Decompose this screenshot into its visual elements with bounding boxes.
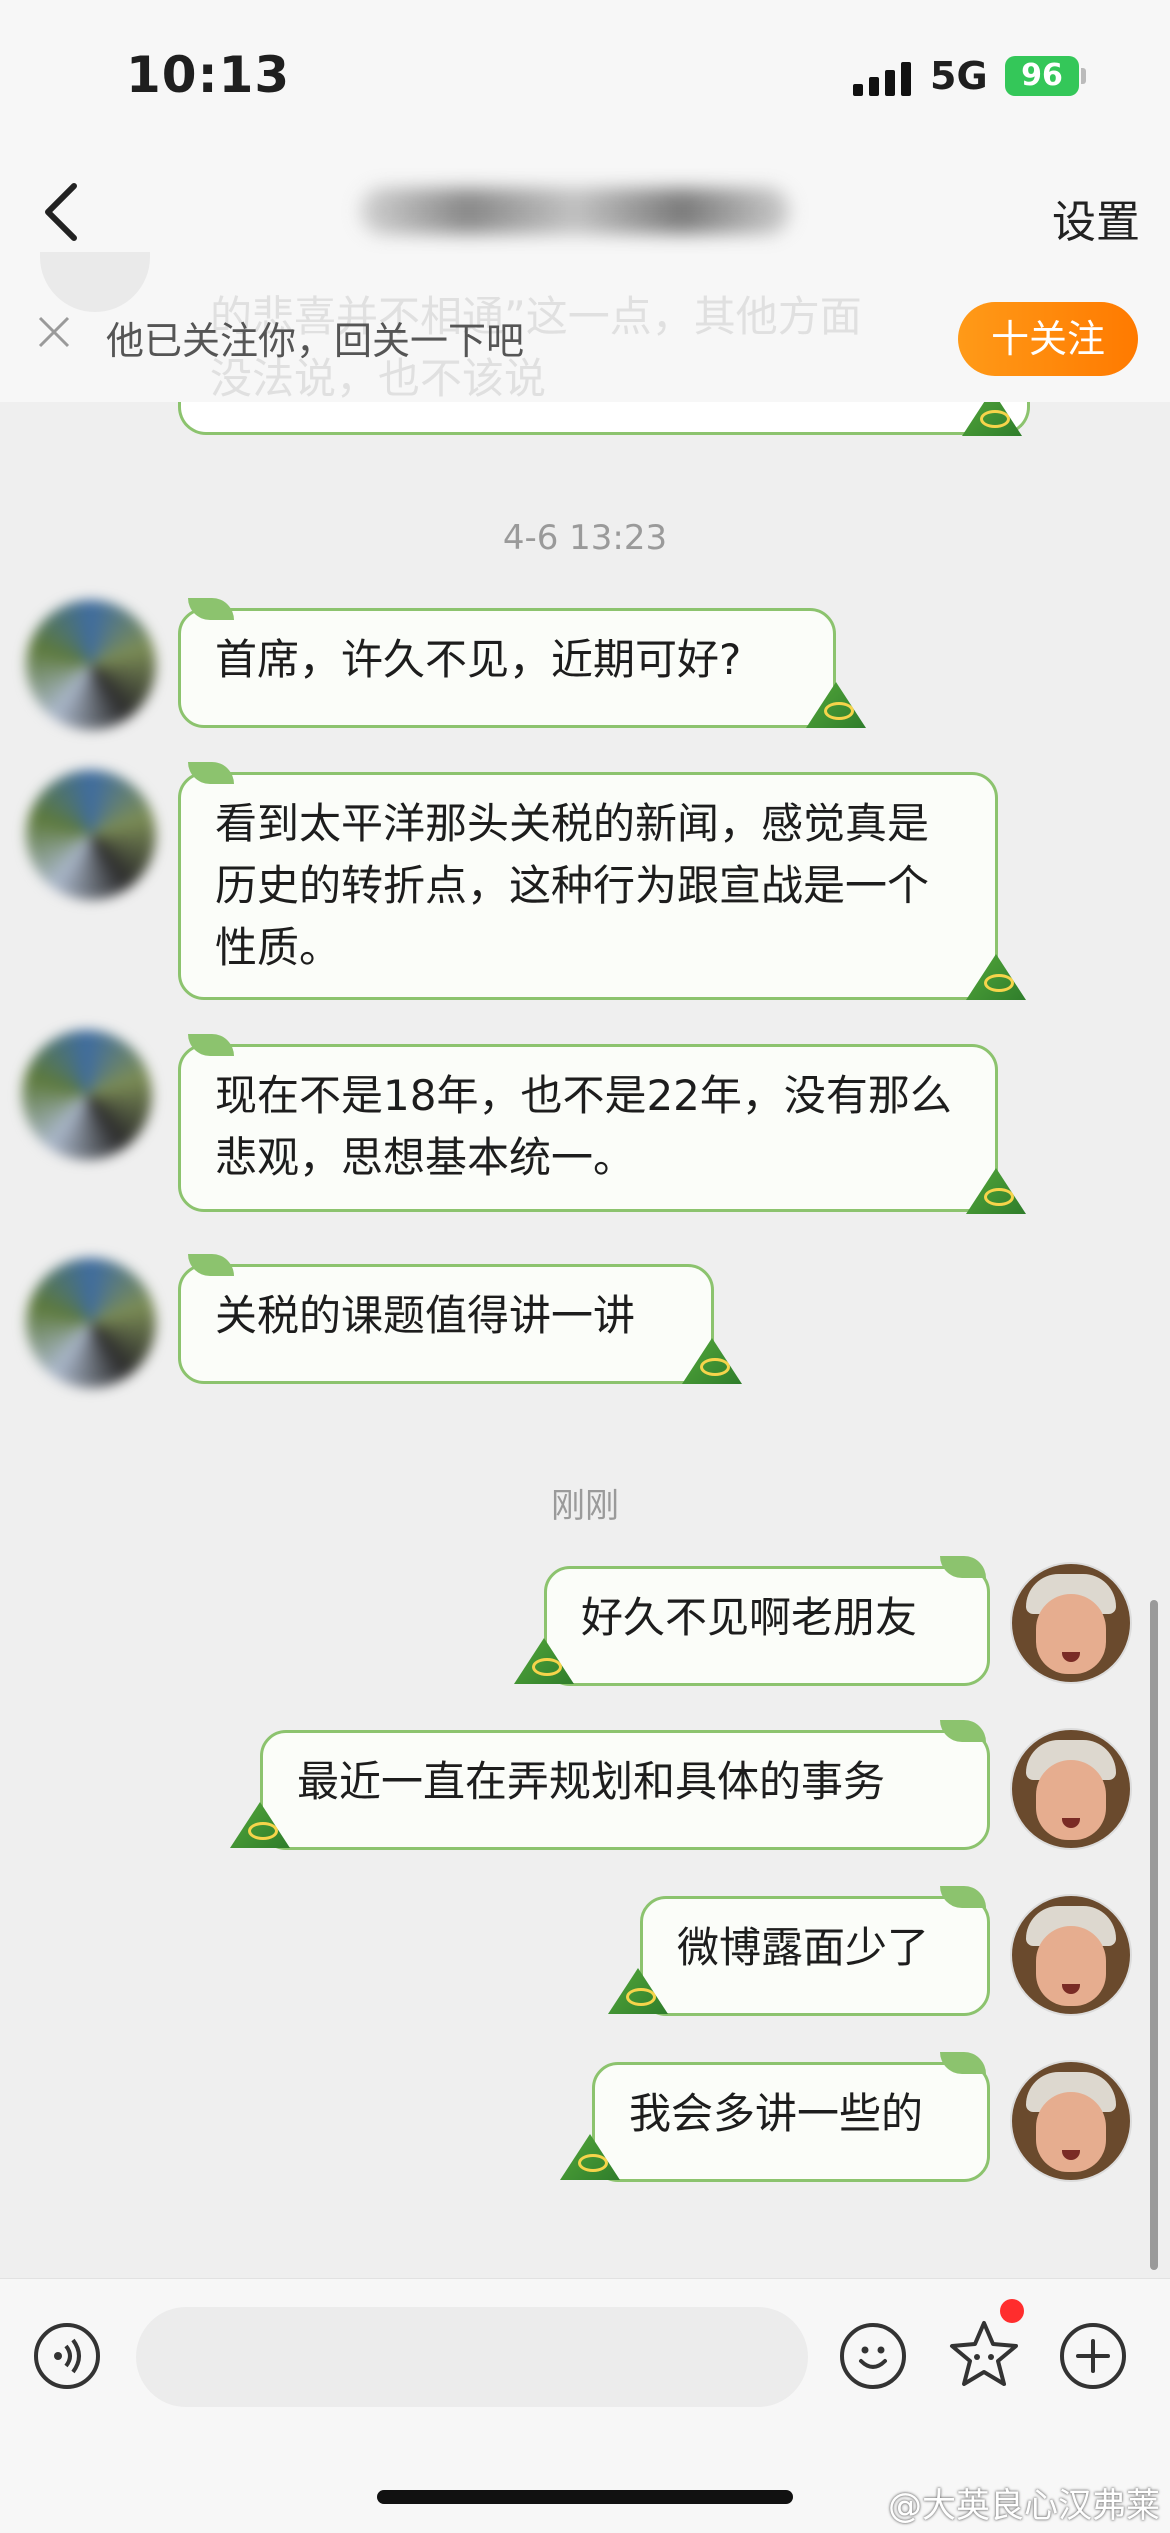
message-text: 关税的课题值得讲一讲 (215, 1291, 636, 1340)
signal-icon (853, 62, 911, 96)
message-text: 微博露面少了 (677, 1923, 930, 1972)
message-text: 看到太平洋那头关税的新闻，感觉真是历史的转折点，这种行为跟宣战是一个性质。 (215, 799, 930, 972)
timestamp: 刚刚 (551, 1486, 619, 1526)
sent-message: 我会多讲一些的 (592, 2062, 990, 2182)
zongzi-sticker-icon (806, 672, 866, 728)
my-avatar[interactable] (1010, 1894, 1132, 2016)
received-message: 首席，许久不见，近期可好? (178, 608, 836, 728)
back-arrow-icon (45, 183, 77, 241)
sent-message: 好久不见啊老朋友 (544, 1566, 990, 1686)
voice-button[interactable] (34, 2323, 100, 2389)
back-button[interactable] (32, 172, 92, 252)
status-time: 10:13 (126, 46, 291, 104)
sent-message: 最近一直在弄规划和具体的事务 (260, 1730, 990, 1850)
sender-avatar[interactable] (26, 1258, 156, 1388)
zongzi-sticker-icon (682, 1328, 742, 1384)
zongzi-sticker-icon (966, 944, 1026, 1000)
sender-avatar[interactable] (26, 770, 156, 900)
watermark: @大英良心汉弗莱 (888, 2486, 1160, 2526)
sticker-icon (950, 2321, 1018, 2386)
received-message: 现在不是18年，也不是22年，没有那么悲观，思想基本统一。 (178, 1044, 998, 1212)
message-text: 我会多讲一些的 (629, 2089, 924, 2138)
more-button[interactable] (1060, 2323, 1126, 2389)
follow-banner: 的悲喜并不相通”这一点，其他方面 没法说，也不该说 他已关注你，回关一下吧 十关… (0, 252, 1170, 403)
previous-avatar (40, 252, 150, 312)
my-avatar[interactable] (1010, 2060, 1132, 2182)
message-text: 好久不见啊老朋友 (581, 1593, 918, 1642)
zongzi-sticker-icon (608, 1958, 668, 2014)
voice-icon (54, 2338, 81, 2374)
sender-avatar[interactable] (22, 1030, 152, 1160)
contact-name-blurred (360, 188, 790, 234)
notification-dot (1000, 2299, 1024, 2323)
scrollbar[interactable] (1150, 1600, 1158, 2270)
message-input[interactable] (136, 2307, 808, 2407)
nav-bar: 设置 (0, 150, 1170, 273)
message-text: 现在不是18年，也不是22年，没有那么悲观，思想基本统一。 (215, 1071, 952, 1182)
battery-icon: 96 (1005, 56, 1079, 96)
my-avatar[interactable] (1010, 1562, 1132, 1684)
my-avatar[interactable] (1010, 1728, 1132, 1850)
zongzi-sticker-icon (514, 1628, 574, 1684)
network-type: 5G (930, 54, 988, 98)
emoji-icon (859, 2346, 887, 2369)
message-text: 首席，许久不见，近期可好? (215, 635, 742, 684)
emoji-button[interactable] (840, 2323, 906, 2389)
home-indicator[interactable] (377, 2490, 793, 2504)
status-bar: 10:13 5G 96 (0, 0, 1170, 150)
zongzi-sticker-icon (560, 2124, 620, 2180)
plus-icon (1076, 2339, 1110, 2373)
close-banner-button[interactable] (34, 312, 74, 352)
sent-message: 微博露面少了 (640, 1896, 990, 2016)
received-message: 看到太平洋那头关税的新闻，感觉真是历史的转折点，这种行为跟宣战是一个性质。 (178, 772, 998, 1000)
settings-button[interactable]: 设置 (1052, 186, 1140, 250)
sender-avatar[interactable] (26, 600, 156, 730)
follow-prompt: 他已关注你，回关一下吧 (106, 319, 525, 363)
timestamp: 4-6 13:23 (502, 518, 668, 558)
battery-tip (1081, 68, 1086, 84)
zongzi-sticker-icon (230, 1792, 290, 1848)
battery-level: 96 (1021, 58, 1063, 93)
sticker-button[interactable] (946, 2317, 1022, 2393)
message-text: 最近一直在弄规划和具体的事务 (297, 1757, 886, 1806)
received-message: 关税的课题值得讲一讲 (178, 1264, 714, 1384)
close-icon (38, 316, 70, 348)
follow-button[interactable]: 十关注 (958, 302, 1138, 376)
zongzi-sticker-icon (966, 1158, 1026, 1214)
